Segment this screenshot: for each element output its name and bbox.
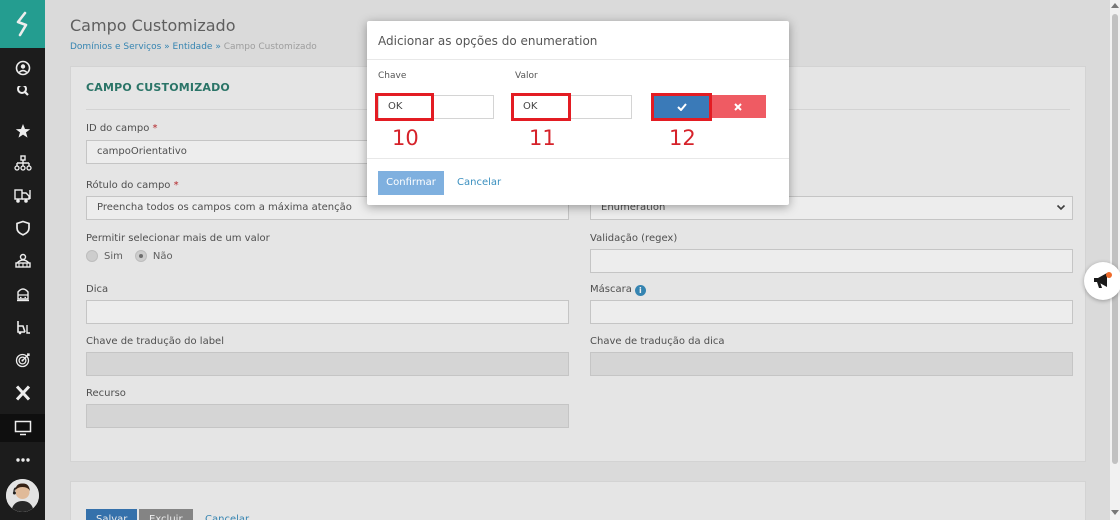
annotation-box-10 [375, 93, 434, 121]
annotation-box-11 [511, 93, 571, 121]
divider [367, 158, 789, 159]
confirm-button[interactable]: Confirmar [378, 171, 444, 195]
scroll-thumb[interactable] [1112, 14, 1118, 464]
valor-label: Valor [515, 71, 538, 81]
remove-option-button[interactable] [709, 95, 766, 118]
scroll-up-arrow[interactable] [1111, 3, 1119, 8]
scrollbar[interactable] [1110, 0, 1120, 520]
scroll-down-arrow[interactable] [1111, 510, 1119, 515]
annotation-box-12 [651, 93, 712, 121]
chave-label: Chave [378, 71, 407, 81]
annotation-number-12: 12 [669, 126, 696, 150]
modal-title: Adicionar as opções do enumeration [378, 34, 598, 48]
divider [367, 59, 789, 60]
cancel-button[interactable]: Cancelar [457, 171, 501, 195]
megaphone-icon[interactable] [1084, 262, 1120, 300]
enumeration-modal: Adicionar as opções do enumeration Chave… [367, 21, 789, 205]
close-icon [733, 102, 742, 111]
annotation-number-11: 11 [529, 126, 556, 150]
annotation-number-10: 10 [392, 126, 419, 150]
